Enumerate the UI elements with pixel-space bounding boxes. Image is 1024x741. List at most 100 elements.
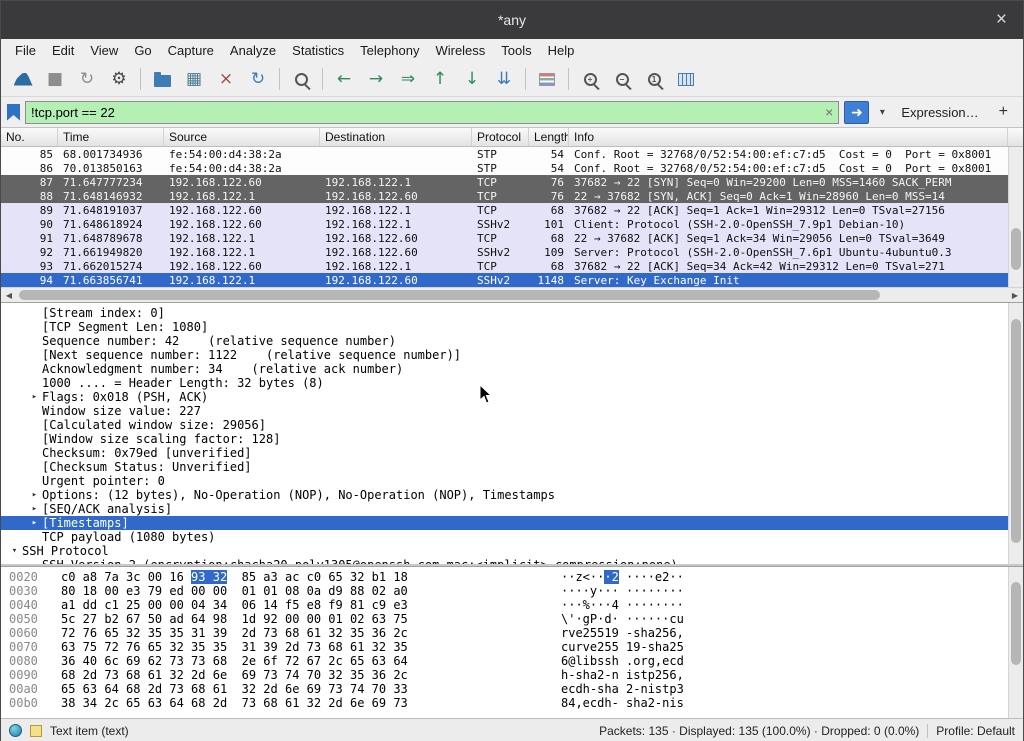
hex-row[interactable]: 00505c 27 b2 67 50 ad 64 98 1d 92 00 00 … [1, 612, 1008, 626]
close-window-button[interactable]: × [990, 1, 1013, 39]
stop-capture-button[interactable]: ■ [40, 65, 70, 93]
packet-row-93[interactable]: 9371.662015274192.168.122.60192.168.122.… [1, 259, 1008, 273]
hscroll-track[interactable] [17, 288, 1007, 302]
expert-info-icon[interactable] [9, 724, 22, 737]
reload-capture-file-button[interactable]: ↻ [243, 65, 273, 93]
detail-line[interactable]: TCP payload (1080 bytes) [1, 530, 1008, 544]
menu-view[interactable]: View [82, 41, 126, 60]
hex-row[interactable]: 003080 18 00 e3 79 ed 00 00 01 01 08 0a … [1, 584, 1008, 598]
detail-line[interactable]: 1000 .... = Header Length: 32 bytes (8) [1, 376, 1008, 390]
column-header-time[interactable]: Time [58, 128, 164, 146]
column-header-no[interactable]: No. [1, 128, 58, 146]
hex-row[interactable]: 008036 40 6c 69 62 73 73 68 2e 6f 72 67 … [1, 654, 1008, 668]
column-header-info[interactable]: Info [569, 128, 1008, 146]
detail-line[interactable]: Urgent pointer: 0 [1, 474, 1008, 488]
column-header-protocol[interactable]: Protocol [472, 128, 529, 146]
go-last-packet-button[interactable]: ↓ [457, 65, 487, 93]
hscroll-left-arrow-icon[interactable]: ◀ [1, 291, 17, 300]
title-bar[interactable]: *any × [1, 1, 1023, 39]
menu-tools[interactable]: Tools [493, 41, 539, 60]
hex-vscrollbar[interactable] [1008, 567, 1023, 718]
hex-row[interactable]: 009068 2d 73 68 61 32 2d 6e 69 73 74 70 … [1, 668, 1008, 682]
menu-file[interactable]: File [7, 41, 44, 60]
detail-line[interactable]: [Stream index: 0] [1, 306, 1008, 320]
open-capture-file-button[interactable] [147, 65, 177, 93]
expand-arrow-icon[interactable]: ▸ [27, 502, 42, 516]
packet-list-hscrollbar[interactable]: ◀ ▶ [1, 287, 1023, 302]
packet-list-vscroll-thumb[interactable] [1011, 228, 1021, 270]
detail-line[interactable]: Sequence number: 42 (relative sequence n… [1, 334, 1008, 348]
detail-line[interactable]: Checksum: 0x79ed [unverified] [1, 446, 1008, 460]
expand-arrow-icon[interactable]: ▸ [27, 390, 42, 404]
hex-row[interactable]: 0040a1 dd c1 25 00 00 04 34 06 14 f5 e8 … [1, 598, 1008, 612]
go-to-packet-button[interactable]: ⇒ [393, 65, 423, 93]
filter-clear-icon[interactable]: × [825, 105, 833, 119]
filter-bookmark-icon[interactable] [7, 104, 20, 121]
hex-vscroll-thumb[interactable] [1011, 582, 1021, 665]
go-back-button[interactable]: ← [329, 65, 359, 93]
menu-statistics[interactable]: Statistics [284, 41, 352, 60]
detail-line[interactable]: [Next sequence number: 1122 (relative se… [1, 348, 1008, 362]
hex-row[interactable]: 0020c0 a8 7a 3c 00 16 93 32 85 a3 ac c0 … [1, 570, 1008, 584]
packet-row-86[interactable]: 8670.013850163fe:54:00:d4:38:2aSTP54Conf… [1, 161, 1008, 175]
menu-wireless[interactable]: Wireless [427, 41, 493, 60]
expression-button[interactable]: Expression… [895, 105, 984, 120]
column-header-length[interactable]: Length [529, 128, 569, 146]
packet-row-87[interactable]: 8771.647777234192.168.122.60192.168.122.… [1, 175, 1008, 189]
restart-capture-button[interactable]: ↻ [72, 65, 102, 93]
expand-arrow-icon[interactable]: ▾ [7, 544, 22, 558]
find-packet-button[interactable] [286, 65, 316, 93]
detail-line[interactable]: Acknowledgment number: 34 (relative ack … [1, 362, 1008, 376]
menu-help[interactable]: Help [540, 41, 583, 60]
capture-options-button[interactable]: ⚙ [104, 65, 134, 93]
hex-row[interactable]: 007063 75 72 76 65 32 35 35 31 39 2d 73 … [1, 640, 1008, 654]
profile-label[interactable]: Profile: Default [936, 724, 1015, 738]
go-forward-button[interactable]: → [361, 65, 391, 93]
display-filter-input[interactable] [31, 105, 820, 120]
hex-row[interactable]: 00b038 34 2c 65 63 64 68 2d 73 68 61 32 … [1, 696, 1008, 710]
packet-list-vscrollbar[interactable] [1008, 147, 1023, 287]
detail-line[interactable]: [TCP Segment Len: 1080] [1, 320, 1008, 334]
menu-analyze[interactable]: Analyze [222, 41, 284, 60]
colorize-packets-button[interactable] [532, 65, 562, 93]
packet-row-94[interactable]: 9471.663856741192.168.122.1192.168.122.6… [1, 273, 1008, 287]
detail-line[interactable]: [Window size scaling factor: 128] [1, 432, 1008, 446]
hex-row[interactable]: 00a065 63 64 68 2d 73 68 61 32 2d 6e 69 … [1, 682, 1008, 696]
detail-line[interactable]: [Checksum Status: Unverified] [1, 460, 1008, 474]
close-capture-file-button[interactable]: × [211, 65, 241, 93]
hscroll-thumb[interactable] [19, 290, 880, 300]
packet-row-92[interactable]: 9271.661949820192.168.122.1192.168.122.6… [1, 245, 1008, 259]
packet-row-85[interactable]: 8568.001734936fe:54:00:d4:38:2aSTP54Conf… [1, 147, 1008, 161]
go-first-packet-button[interactable]: ↑ [425, 65, 455, 93]
expand-arrow-icon[interactable]: ▸ [27, 488, 42, 502]
save-capture-file-button[interactable]: ▦ [179, 65, 209, 93]
menu-go[interactable]: Go [126, 41, 159, 60]
detail-line[interactable]: ▸[SEQ/ACK analysis] [1, 502, 1008, 516]
column-header-source[interactable]: Source [164, 128, 320, 146]
menu-telephony[interactable]: Telephony [352, 41, 427, 60]
start-capture-button[interactable] [8, 65, 38, 93]
menu-capture[interactable]: Capture [160, 41, 222, 60]
detail-line[interactable]: ▸Flags: 0x018 (PSH, ACK) [1, 390, 1008, 404]
details-vscrollbar[interactable] [1008, 303, 1023, 564]
details-vscroll-thumb[interactable] [1011, 319, 1021, 543]
detail-line[interactable]: Window size value: 227 [1, 404, 1008, 418]
detail-line[interactable]: ▸[Timestamps] [1, 516, 1008, 530]
zoom-out-button[interactable]: − [607, 65, 637, 93]
packet-row-91[interactable]: 9171.648789678192.168.122.1192.168.122.6… [1, 231, 1008, 245]
add-filter-button[interactable]: + [990, 103, 1017, 121]
capture-comment-icon[interactable] [30, 725, 42, 737]
packet-row-88[interactable]: 8871.648146932192.168.122.1192.168.122.6… [1, 189, 1008, 203]
zoom-in-button[interactable]: + [575, 65, 605, 93]
resize-columns-button[interactable] [671, 65, 701, 93]
hex-row[interactable]: 006072 76 65 32 35 35 31 39 2d 73 68 61 … [1, 626, 1008, 640]
detail-line[interactable]: ▾SSH Protocol [1, 544, 1008, 558]
detail-line[interactable]: [Calculated window size: 29056] [1, 418, 1008, 432]
zoom-original-button[interactable]: 1 [639, 65, 669, 93]
menu-edit[interactable]: Edit [44, 41, 82, 60]
packet-row-90[interactable]: 9071.648618924192.168.122.60192.168.122.… [1, 217, 1008, 231]
packet-row-89[interactable]: 8971.648191037192.168.122.60192.168.122.… [1, 203, 1008, 217]
filter-history-dropdown[interactable]: ▾ [874, 101, 890, 124]
hscroll-right-arrow-icon[interactable]: ▶ [1007, 291, 1023, 300]
detail-line[interactable]: ▸Options: (12 bytes), No-Operation (NOP)… [1, 488, 1008, 502]
